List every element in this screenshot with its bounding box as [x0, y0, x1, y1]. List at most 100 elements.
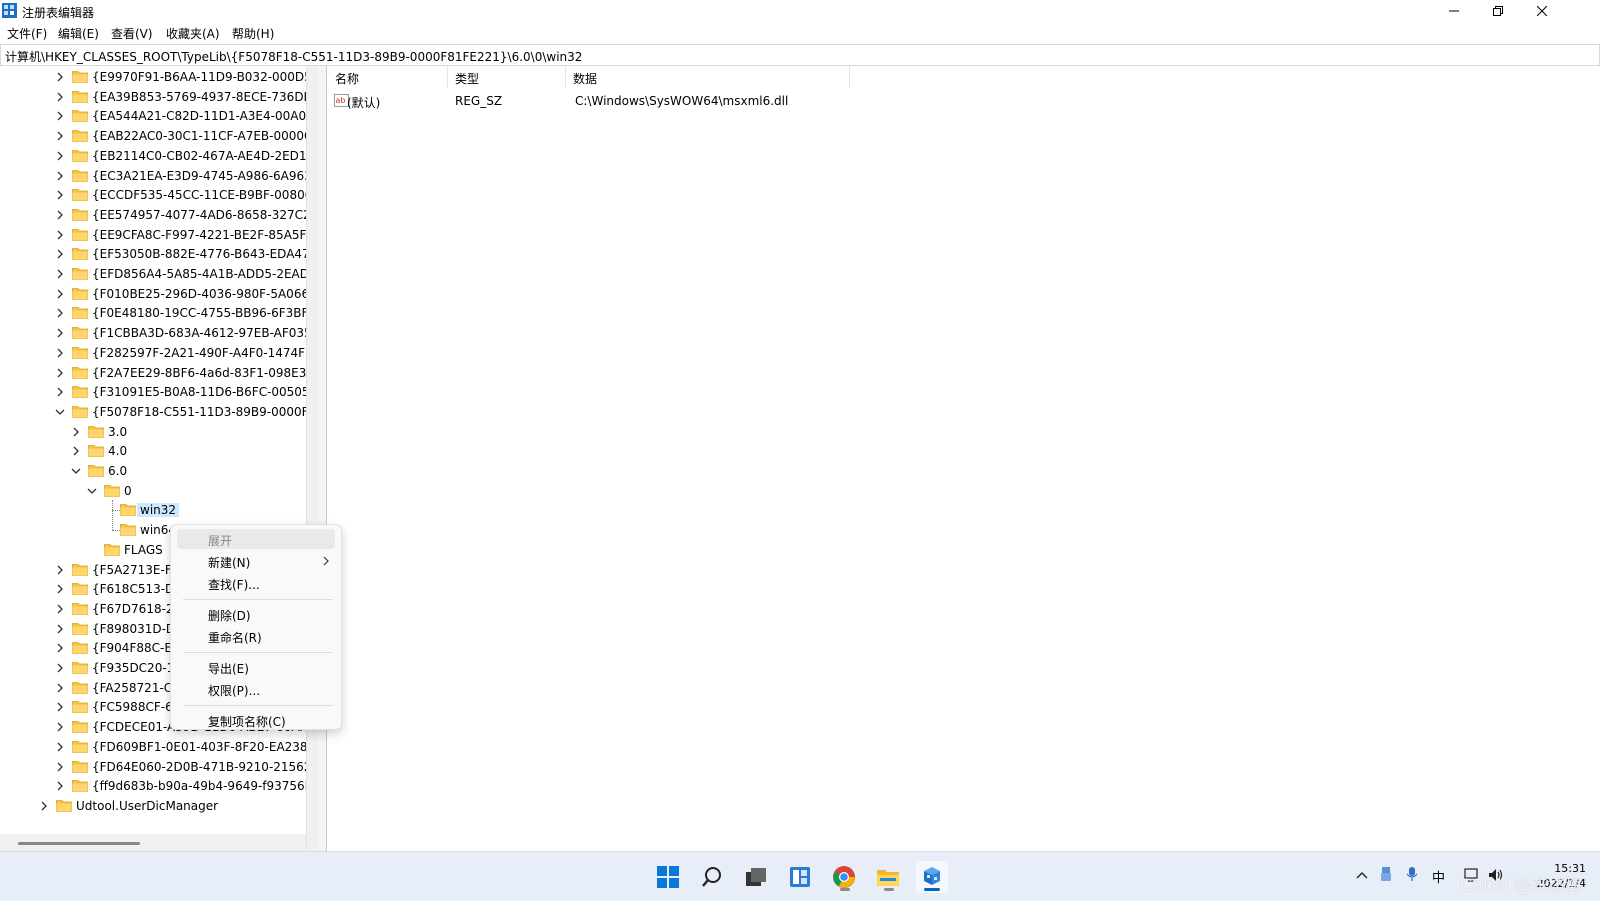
file-explorer-button[interactable] [872, 861, 904, 893]
chevron-right-icon[interactable] [54, 70, 66, 84]
chevron-right-icon[interactable] [54, 247, 66, 261]
chevron-right-icon[interactable] [54, 287, 66, 301]
chevron-right-icon[interactable] [54, 228, 66, 242]
value-row[interactable]: ab (默认) REG_SZ C:\Windows\SysWOW64\msxml… [327, 90, 847, 110]
tree-node[interactable]: {F282597F-2A21-490F-A4F0-1474F3E6 [0, 343, 306, 363]
chevron-right-icon[interactable] [54, 602, 66, 616]
context-menu-item[interactable]: 权限(P)... [177, 679, 335, 699]
tree-node[interactable]: {EC3A21EA-E3D9-4745-A986-6A963A [0, 166, 306, 186]
chevron-right-icon[interactable] [54, 267, 66, 281]
tree-node[interactable]: {F0E48180-19CC-4755-BB96-6F3BFF7 [0, 303, 306, 323]
tree-node[interactable]: {ECCDF535-45CC-11CE-B9BF-0080C8 [0, 185, 306, 205]
tree-node[interactable]: {F31091E5-B0A8-11D6-B6FC-005056C [0, 382, 306, 402]
tree-node[interactable]: {F010BE25-296D-4036-980F-5A0669A [0, 284, 306, 304]
tree-horizontal-scrollbar[interactable] [0, 834, 306, 851]
chevron-right-icon[interactable] [54, 169, 66, 183]
chevron-right-icon[interactable] [70, 444, 82, 458]
address-bar[interactable]: 计算机\HKEY_CLASSES_ROOT\TypeLib\{F5078F18-… [0, 44, 1600, 66]
chevron-right-icon[interactable] [54, 641, 66, 655]
task-view-button[interactable] [740, 861, 772, 893]
tree-node[interactable]: {FD64E060-2D0B-471B-9210-215629C [0, 757, 306, 777]
tree-node[interactable]: Udtool.UserDicManager [0, 796, 306, 816]
tree-node[interactable]: win32 [0, 500, 306, 520]
key-tree-pane[interactable]: {E9970F91-B6AA-11D9-B032-000D56 {EA39B853… [0, 66, 319, 851]
column-header-type[interactable]: 类型 [447, 66, 566, 88]
chevron-right-icon[interactable] [54, 582, 66, 596]
menu-favorites[interactable]: 收藏夹(A) [166, 25, 220, 42]
regedit-taskbar-button[interactable] [916, 861, 948, 893]
tree-horizontal-scroll-thumb[interactable] [18, 842, 140, 845]
folder-icon [72, 582, 88, 596]
menu-view[interactable]: 查看(V) [111, 25, 153, 42]
tree-node[interactable]: 0 [0, 481, 306, 501]
tree-node[interactable]: 3.0 [0, 422, 306, 442]
tree-node[interactable]: {EA39B853-5769-4937-8ECE-736DE4F [0, 87, 306, 107]
tree-node[interactable]: {EB2114C0-CB02-467A-AE4D-2ED171 [0, 146, 306, 166]
chevron-right-icon[interactable] [54, 720, 66, 734]
tree-node[interactable]: 4.0 [0, 441, 306, 461]
menu-edit[interactable]: 编辑(E) [58, 25, 99, 42]
chevron-right-icon[interactable] [54, 740, 66, 754]
tree-node[interactable]: {E9970F91-B6AA-11D9-B032-000D56 [0, 67, 306, 87]
search-button[interactable] [696, 861, 728, 893]
context-menu-item[interactable]: 导出(E) [177, 657, 335, 677]
tree-node[interactable]: {F2A7EE29-8BF6-4a6d-83F1-098E366 [0, 363, 306, 383]
ime-indicator[interactable]: 中 [1432, 867, 1445, 886]
tree-node[interactable]: {ff9d683b-b90a-49b4-9649-f93756ba [0, 776, 306, 796]
tree-node[interactable]: 6.0 [0, 461, 306, 481]
restore-button[interactable] [1476, 0, 1520, 22]
menu-help[interactable]: 帮助(H) [232, 25, 274, 42]
start-button[interactable] [652, 861, 684, 893]
context-menu-item[interactable]: 查找(F)... [177, 573, 335, 593]
chevron-down-icon[interactable] [86, 484, 98, 498]
submenu-chevron-icon [323, 555, 329, 569]
values-pane[interactable]: 名称 类型 数据 ab (默认) REG_SZ C:\Windows\SysWO… [327, 66, 1600, 851]
column-header-data[interactable]: 数据 [565, 66, 850, 88]
tray-overflow-chevron-icon[interactable] [1356, 868, 1368, 883]
chevron-down-icon[interactable] [70, 464, 82, 478]
menu-file[interactable]: 文件(F) [7, 25, 47, 42]
chevron-right-icon[interactable] [54, 129, 66, 143]
chevron-right-icon[interactable] [54, 346, 66, 360]
chevron-right-icon[interactable] [54, 779, 66, 793]
chevron-right-icon[interactable] [54, 700, 66, 714]
tree-node[interactable]: {EA544A21-C82D-11D1-A3E4-00A0C9 [0, 106, 306, 126]
chevron-right-icon[interactable] [54, 90, 66, 104]
pane-splitter[interactable] [318, 66, 327, 851]
context-menu-item[interactable]: 复制项名称(C) [177, 710, 335, 730]
tree-node[interactable]: {FD609BF1-0E01-403F-8F20-EA238F5 [0, 737, 306, 757]
chevron-right-icon[interactable] [54, 306, 66, 320]
chrome-button[interactable] [828, 861, 860, 893]
chevron-right-icon[interactable] [70, 425, 82, 439]
tree-node[interactable]: {EE9CFA8C-F997-4221-BE2F-85A5F60 [0, 225, 306, 245]
column-header-name[interactable]: 名称 [327, 66, 448, 88]
widgets-button[interactable] [784, 861, 816, 893]
chevron-right-icon[interactable] [54, 385, 66, 399]
tree-node[interactable]: {F5078F18-C551-11D3-89B9-0000F81 [0, 402, 306, 422]
chevron-right-icon[interactable] [54, 681, 66, 695]
chevron-right-icon[interactable] [54, 208, 66, 222]
tree-node[interactable]: {F1CBBA3D-683A-4612-97EB-AF035E [0, 323, 306, 343]
tree-node[interactable]: {EE574957-4077-4AD6-8658-327C2C8 [0, 205, 306, 225]
tree-node[interactable]: {EAB22AC0-30C1-11CF-A7EB-0000C0 [0, 126, 306, 146]
chevron-right-icon[interactable] [54, 109, 66, 123]
chevron-right-icon[interactable] [38, 799, 50, 813]
minimize-button[interactable] [1432, 0, 1476, 22]
context-menu-item[interactable]: 重命名(R) [177, 626, 335, 646]
chevron-right-icon[interactable] [54, 661, 66, 675]
close-button[interactable] [1520, 0, 1564, 22]
microphone-tray-icon[interactable] [1406, 866, 1418, 886]
tree-node[interactable]: {EF53050B-882E-4776-B643-EDA472E [0, 244, 306, 264]
chevron-right-icon[interactable] [54, 366, 66, 380]
chevron-right-icon[interactable] [54, 563, 66, 577]
chevron-right-icon[interactable] [54, 188, 66, 202]
usb-tray-icon[interactable] [1380, 866, 1392, 886]
tree-node[interactable]: {EFD856A4-5A85-4A1B-ADD5-2EADA [0, 264, 306, 284]
chevron-right-icon[interactable] [54, 622, 66, 636]
context-menu-item[interactable]: 删除(D) [177, 604, 335, 624]
context-menu-item[interactable]: 新建(N) [177, 551, 335, 571]
chevron-down-icon[interactable] [54, 405, 66, 419]
chevron-right-icon[interactable] [54, 326, 66, 340]
chevron-right-icon[interactable] [54, 149, 66, 163]
chevron-right-icon[interactable] [54, 760, 66, 774]
